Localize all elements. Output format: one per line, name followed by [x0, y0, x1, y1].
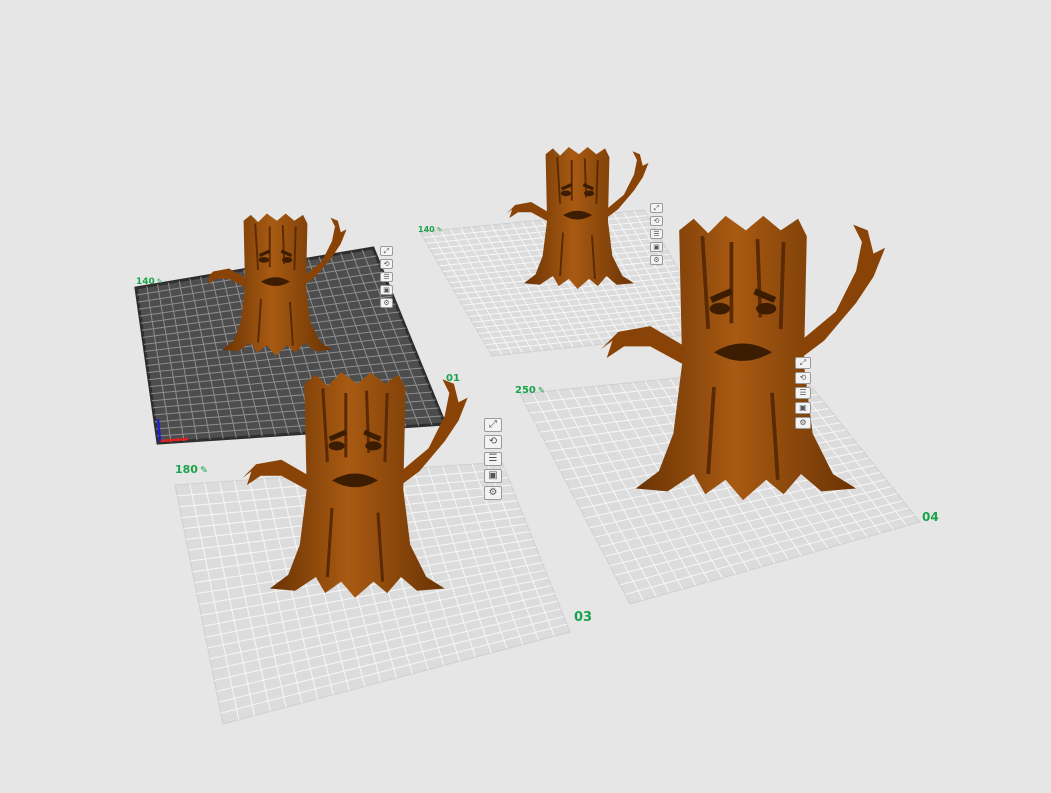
3d-viewport[interactable]: 140 ✎ 01 ⤢ ⟲ ☰ ▣ ⚙ 140 ✎ ⤢ ⟲ ☰ ▣ ⚙ 180 ✎ 03 ⤢ ⟲ ☰ ▣ ⚙ 250 ✎ 04 ⤢ ⟲ ☰…	[0, 0, 1051, 788]
lock-icon[interactable]: ▣	[650, 242, 663, 252]
plate-toolbar: ⤢ ⟲ ☰ ▣ ⚙	[650, 203, 663, 265]
arrange-icon[interactable]: ⤢	[795, 357, 811, 369]
plate-toolbar: ⤢ ⟲ ☰ ▣ ⚙	[484, 418, 502, 500]
plate-height-label[interactable]: 250 ✎	[515, 385, 545, 396]
layers-icon[interactable]: ☰	[795, 387, 811, 399]
plate-number-label: 03	[574, 610, 593, 625]
settings-icon[interactable]: ⚙	[484, 486, 502, 500]
plate-height-label[interactable]: 140 ✎	[136, 277, 163, 287]
lock-icon[interactable]: ▣	[484, 469, 502, 483]
layers-icon[interactable]: ☰	[650, 229, 663, 239]
arrange-icon[interactable]: ⤢	[380, 246, 393, 256]
plate-toolbar: ⤢ ⟲ ☰ ▣ ⚙	[380, 246, 393, 308]
settings-icon[interactable]: ⚙	[380, 298, 393, 308]
edit-pencil-icon[interactable]: ✎	[200, 465, 208, 476]
edit-pencil-icon[interactable]: ✎	[437, 226, 443, 234]
plate-height-value: 140	[418, 225, 435, 234]
plate-height-value: 250	[515, 385, 536, 396]
layers-icon[interactable]: ☰	[380, 272, 393, 282]
settings-icon[interactable]: ⚙	[795, 417, 811, 429]
orient-icon[interactable]: ⟲	[795, 372, 811, 384]
plate-height-value: 180	[175, 463, 198, 476]
lock-icon[interactable]: ▣	[380, 285, 393, 295]
plate-height-value: 140	[136, 277, 155, 287]
settings-icon[interactable]: ⚙	[650, 255, 663, 265]
orient-icon[interactable]: ⟲	[484, 435, 502, 449]
layers-icon[interactable]: ☰	[484, 452, 502, 466]
edit-pencil-icon[interactable]: ✎	[157, 277, 163, 286]
arrange-icon[interactable]: ⤢	[484, 418, 502, 432]
plate-height-label[interactable]: 180 ✎	[175, 463, 208, 476]
plate-number-label: 04	[922, 510, 939, 524]
lock-icon[interactable]: ▣	[795, 402, 811, 414]
plate-number-label: 01	[446, 373, 460, 384]
plate-height-label[interactable]: 140 ✎	[418, 225, 442, 234]
arrange-icon[interactable]: ⤢	[650, 203, 663, 213]
edit-pencil-icon[interactable]: ✎	[538, 386, 545, 396]
orient-icon[interactable]: ⟲	[380, 259, 393, 269]
plate-toolbar: ⤢ ⟲ ☰ ▣ ⚙	[795, 357, 811, 429]
orient-icon[interactable]: ⟲	[650, 216, 663, 226]
